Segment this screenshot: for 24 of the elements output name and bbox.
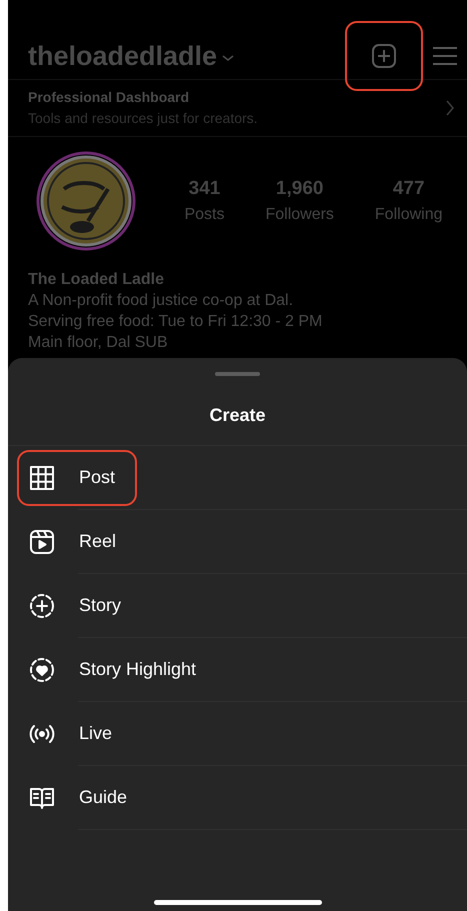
bio-line: Serving free food: Tue to Fri 12:30 - 2 PM — [28, 312, 324, 332]
create-option[interactable]: Reel — [17, 514, 138, 570]
menu-icon[interactable] — [431, 45, 459, 67]
grid-icon — [29, 464, 55, 490]
stat-value: 477 — [392, 176, 425, 201]
profile-name: The Loaded Ladle — [28, 270, 166, 290]
clapperboard-play-icon — [29, 528, 55, 554]
chevron-down-icon[interactable] — [221, 53, 236, 63]
chevron-right-icon — [445, 99, 455, 117]
add-icon — [371, 43, 397, 69]
add-button[interactable] — [345, 21, 423, 91]
drag-handle[interactable] — [215, 372, 260, 376]
stat-value: 341 — [188, 176, 220, 201]
dashed-circle-plus-icon — [29, 592, 55, 618]
create-option[interactable]: Story Highlight — [17, 642, 218, 698]
create-option[interactable]: Live — [17, 706, 134, 762]
bio-line: A Non-profit food justice co-op at Dal. — [28, 291, 294, 311]
dashboard-title: Professional Dashboard — [28, 88, 190, 107]
bio-line: Main floor, Dal SUB — [28, 333, 169, 353]
stat-value: 1,960 — [276, 176, 324, 201]
create-option[interactable]: Guide — [17, 770, 150, 826]
create-option[interactable]: Story — [17, 578, 144, 634]
create-option[interactable]: Post — [17, 450, 138, 506]
sheet-title: Create — [208, 404, 267, 427]
